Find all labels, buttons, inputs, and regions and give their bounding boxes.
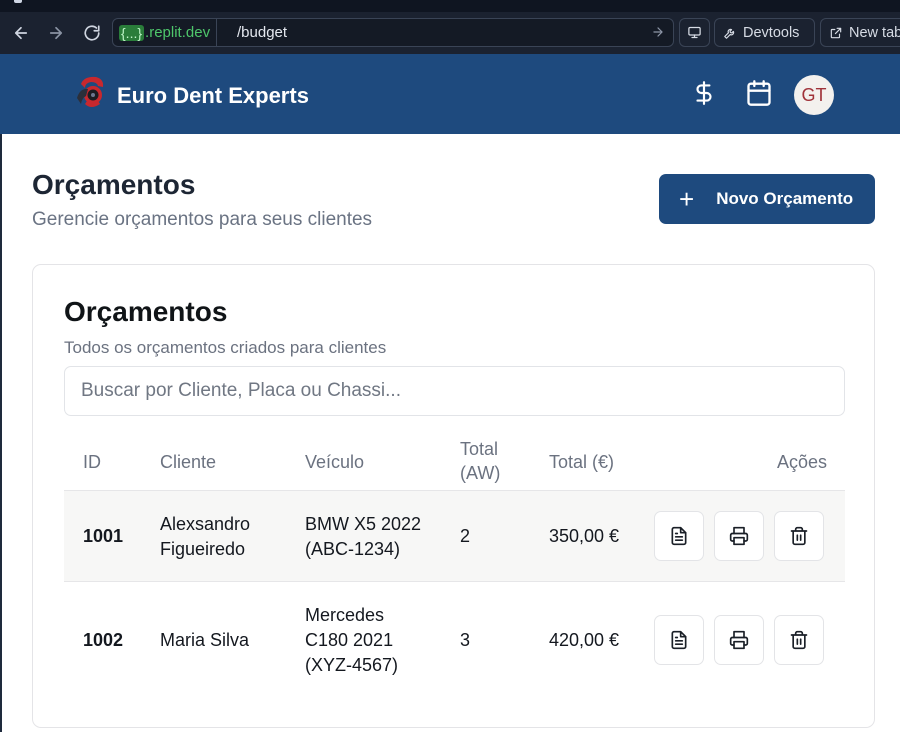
row-vehicle-line2: C180 2021: [305, 630, 394, 650]
url-braces: {...}: [119, 24, 145, 41]
table-row[interactable]: 1002 Maria Silva Mercedes C180 2021 (XYZ…: [64, 581, 845, 697]
file-text-icon: [671, 630, 687, 650]
card-subtitle: Todos os orçamentos criados para cliente…: [64, 338, 387, 357]
back-button[interactable]: [8, 20, 34, 46]
browser-toolbar: {...} .replit.dev /budget Devtools New ta…: [0, 12, 900, 54]
page-title: Orçamentos: [32, 169, 196, 200]
budgets-card: Orçamentos Todos os orçamentos criados p…: [32, 264, 875, 728]
url-domain-text: .replit.dev: [145, 24, 211, 41]
devtools-button[interactable]: Devtools: [714, 18, 815, 47]
row-vehicle-line1: Mercedes: [305, 605, 385, 625]
devtools-label: Devtools: [743, 24, 800, 41]
trash-icon: [790, 630, 808, 650]
monitor-icon: [688, 26, 701, 39]
row-total-eur: 420,00 €: [549, 630, 620, 650]
reload-button[interactable]: [79, 20, 105, 46]
printer-icon: [729, 630, 749, 650]
reload-icon: [84, 25, 100, 41]
header-client: Cliente: [160, 452, 217, 472]
go-arrow-icon[interactable]: [651, 25, 665, 44]
row-client: Alexsandro Figueiredo: [160, 512, 250, 562]
row-id: 1002: [83, 630, 124, 650]
print-button[interactable]: [714, 511, 764, 561]
avatar[interactable]: GT: [794, 75, 834, 115]
window-edge: [0, 134, 2, 732]
address-bar[interactable]: {...} .replit.dev /budget: [112, 18, 674, 47]
header-total-eur: Total (€): [549, 452, 615, 472]
table-row[interactable]: 1001 Alexsandro Figueiredo BMW X5 2022 (…: [64, 490, 845, 581]
header-total-aw-line2: (AW): [460, 463, 501, 483]
url-path: /budget: [237, 24, 288, 41]
row-total-aw: 2: [460, 526, 471, 546]
row-total-aw: 3: [460, 630, 471, 650]
row-vehicle-line1: BMW X5 2022: [305, 514, 422, 534]
logo-icon: [77, 76, 104, 107]
arrow-left-icon: [14, 26, 28, 40]
row-client-line1: Alexsandro: [160, 514, 251, 534]
new-tab-button[interactable]: New tab: [820, 18, 900, 47]
new-budget-button[interactable]: + Novo Orçamento: [659, 174, 875, 224]
wrench-icon: [724, 28, 735, 39]
delete-button[interactable]: [774, 511, 824, 561]
dollar-icon[interactable]: [689, 78, 719, 108]
row-vehicle-line3: (XYZ-4567): [305, 655, 399, 675]
new-tab-label: New tab: [849, 24, 900, 41]
browser-tab-strip: [0, 0, 900, 12]
page-subtitle: Gerencie orçamentos para seus clientes: [32, 209, 373, 230]
search-input[interactable]: [64, 366, 845, 416]
printer-icon: [729, 526, 749, 546]
brand-name[interactable]: Euro Dent Experts: [117, 83, 309, 109]
screen-button[interactable]: [679, 18, 710, 47]
calendar-icon[interactable]: [744, 78, 774, 108]
row-vehicle-line2: (ABC-1234): [305, 539, 401, 559]
trash-icon: [790, 526, 808, 546]
header-total-aw-line1: Total: [460, 439, 499, 459]
row-client: Maria Silva: [160, 630, 250, 650]
forward-button[interactable]: [43, 20, 69, 46]
row-vehicle: Mercedes C180 2021 (XYZ-4567): [305, 603, 398, 678]
header-id: ID: [83, 452, 101, 472]
row-total-eur: 350,00 €: [549, 526, 620, 546]
view-document-button[interactable]: [654, 511, 704, 561]
header-total-aw: Total (AW): [460, 437, 500, 485]
url-domain: {...} .replit.dev: [113, 19, 218, 46]
browser-tab-edge: [14, 0, 22, 3]
print-button[interactable]: [714, 615, 764, 665]
app-header: Euro Dent Experts GT: [0, 54, 900, 134]
row-client-line2: Figueiredo: [160, 539, 246, 559]
card-title: Orçamentos: [64, 296, 228, 327]
new-budget-label: Novo Orçamento: [716, 189, 854, 208]
row-vehicle: BMW X5 2022 (ABC-1234): [305, 512, 421, 562]
plus-icon: +: [679, 184, 695, 214]
header-vehicle: Veículo: [305, 452, 365, 472]
header-actions: Ações: [777, 452, 828, 472]
delete-button[interactable]: [774, 615, 824, 665]
row-id: 1001: [83, 526, 124, 546]
file-text-icon: [671, 526, 687, 546]
arrow-right-icon: [49, 26, 63, 40]
external-link-icon: [830, 27, 842, 38]
view-document-button[interactable]: [654, 615, 704, 665]
